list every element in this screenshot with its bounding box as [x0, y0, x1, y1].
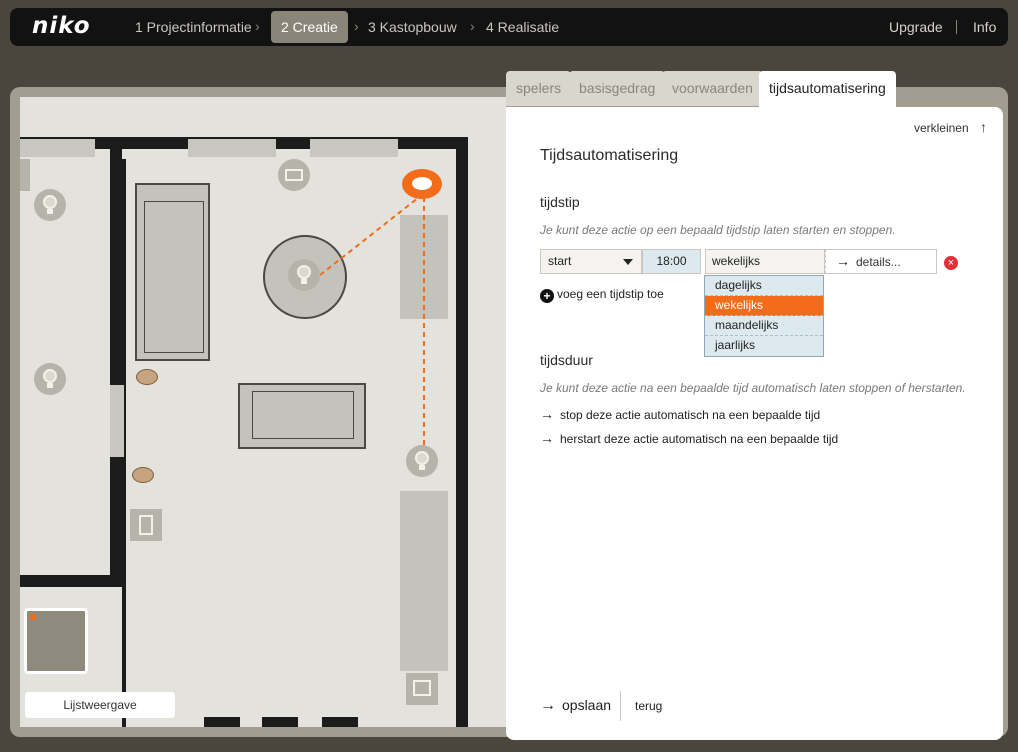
list-view-button[interactable]: Lijstweergave: [25, 692, 175, 718]
frequency-dropdown[interactable]: dagelijks wekelijks maandelijks jaarlijk…: [704, 275, 824, 357]
top-bar: niko 1 Projectinformatie › 2 Creatie › 3…: [10, 8, 1008, 46]
chevron-right-icon: ›: [255, 18, 260, 34]
step-kastopbouw[interactable]: 3 Kastopbouw: [358, 11, 467, 43]
plus-circle-icon: +: [540, 289, 554, 303]
tijdsduur-heading: tijdsduur: [540, 352, 593, 368]
restart-action-link[interactable]: → herstart deze actie automatisch na een …: [540, 430, 838, 446]
tab-tijdsautomatisering[interactable]: tijdsautomatisering: [759, 71, 896, 109]
footer-divider: [620, 691, 621, 721]
upgrade-link[interactable]: Upgrade: [889, 11, 943, 43]
light-bulb-icon[interactable]: [34, 363, 66, 395]
tijdstip-description: Je kunt deze actie op een bepaald tijdst…: [540, 223, 896, 237]
stop-action-link[interactable]: → stop deze actie automatisch na een bepa…: [540, 406, 820, 422]
restart-action-label: herstart deze actie automatisch na een b…: [560, 432, 839, 446]
bell-panel-icon[interactable]: [406, 673, 438, 705]
speech-bubble-icon-selected[interactable]: [402, 169, 442, 199]
back-button[interactable]: terug: [635, 699, 662, 713]
info-link[interactable]: Info: [973, 11, 996, 43]
speech-bubble-icon[interactable]: [136, 369, 158, 385]
panel-title: Tijdsautomatisering: [540, 147, 679, 164]
step-creatie[interactable]: 2 Creatie: [271, 11, 348, 43]
niko-logo[interactable]: niko: [32, 13, 91, 39]
save-label: opslaan: [562, 697, 612, 713]
collapse-label: verkleinen: [913, 121, 969, 135]
thermostat-icon[interactable]: [130, 509, 162, 541]
arrow-right-icon: →: [540, 697, 556, 714]
add-time-button[interactable]: + voeg een tijdstip toe: [540, 287, 664, 303]
action-select[interactable]: start: [540, 249, 642, 274]
save-button[interactable]: → opslaan: [540, 697, 611, 715]
arrow-right-icon: →: [836, 253, 850, 269]
light-bulb-icon[interactable]: [288, 259, 320, 291]
tijdstip-heading: tijdstip: [540, 194, 580, 210]
frequency-select[interactable]: wekelijks: [705, 249, 825, 274]
dropdown-option-dagelijks[interactable]: dagelijks: [705, 276, 823, 296]
light-bulb-icon[interactable]: [34, 189, 66, 221]
wall: [204, 717, 240, 727]
step-realisatie[interactable]: 4 Realisatie: [476, 11, 569, 43]
action-select-value: start: [548, 254, 572, 268]
tab-basisgedrag[interactable]: basisgedrag: [569, 71, 666, 106]
tab-spelers[interactable]: spelers: [506, 71, 572, 106]
tijdsduur-description: Je kunt deze actie na een bepaalde tijd …: [540, 381, 966, 395]
details-link[interactable]: → details...: [825, 249, 937, 274]
time-field[interactable]: 18:00: [642, 249, 701, 274]
step-projectinformatie[interactable]: 1 Projectinformatie: [125, 11, 262, 43]
light-bulb-icon[interactable]: [406, 445, 438, 477]
triangle-down-icon: [623, 259, 633, 265]
dropdown-option-wekelijks[interactable]: wekelijks: [705, 296, 823, 316]
arrow-right-icon: →: [540, 406, 554, 422]
add-time-label: voeg een tijdstip toe: [557, 287, 664, 301]
collapse-button[interactable]: verkleinen ↑: [914, 119, 987, 135]
dropdown-option-jaarlijks[interactable]: jaarlijks: [705, 336, 823, 356]
chevron-right-icon: ›: [470, 18, 475, 34]
device-icon[interactable]: [20, 159, 30, 191]
details-label: details...: [856, 255, 901, 269]
speech-bubble-icon[interactable]: [132, 467, 154, 483]
tab-voorwaarden[interactable]: voorwaarden: [662, 71, 763, 106]
radiator-icon[interactable]: [278, 159, 310, 191]
remove-icon[interactable]: ×: [944, 256, 958, 270]
wall: [262, 717, 298, 727]
arrow-up-icon: ↑: [980, 119, 987, 135]
stop-action-label: stop deze actie automatisch na een bepaa…: [560, 408, 821, 422]
arrow-right-icon: →: [540, 430, 554, 446]
side-panel: verkleinen ↑ Tijdsautomatisering tijdsti…: [506, 107, 1003, 740]
dropdown-option-maandelijks[interactable]: maandelijks: [705, 316, 823, 336]
minimap[interactable]: [24, 608, 88, 674]
wall: [322, 717, 358, 727]
header-divider: [956, 20, 957, 34]
